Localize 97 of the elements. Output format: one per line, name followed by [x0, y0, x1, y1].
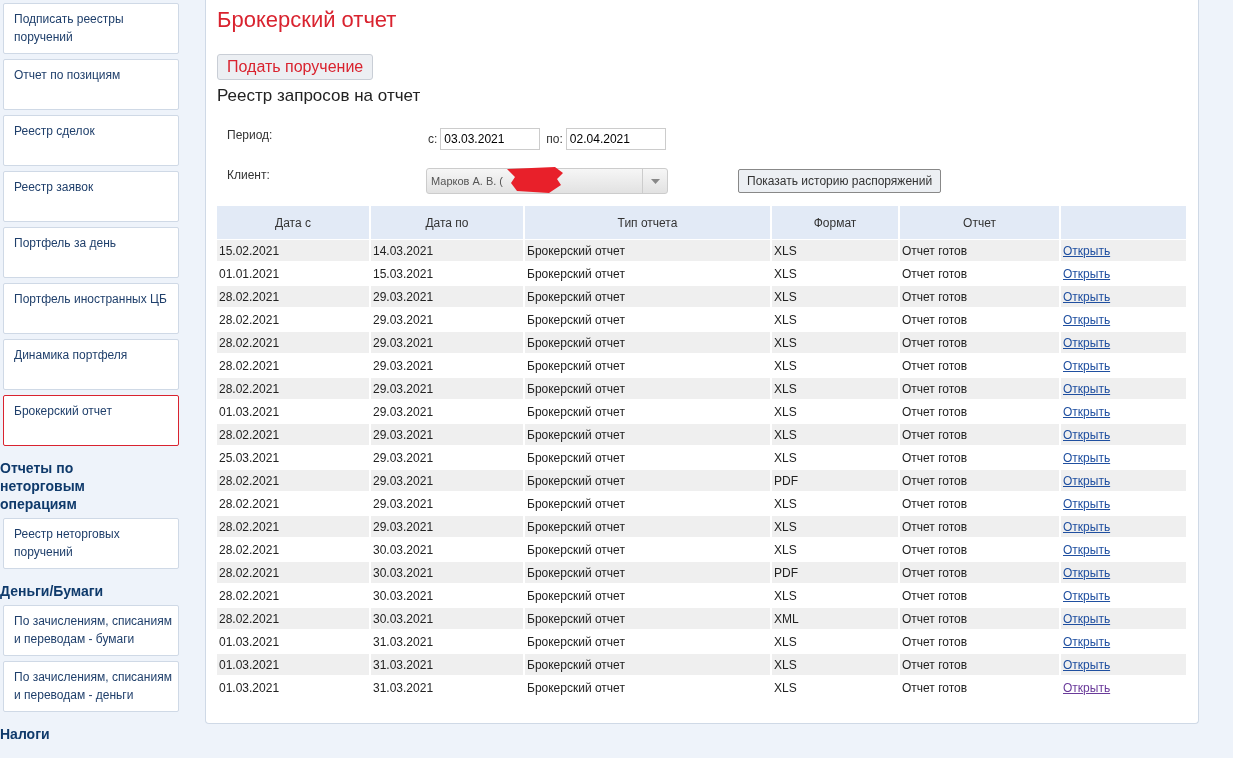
table-cell: 28.02.2021: [217, 332, 369, 355]
table-cell: Брокерский отчет: [525, 654, 770, 677]
table-cell: 29.03.2021: [371, 332, 523, 355]
table-cell: Отчет готов: [900, 470, 1059, 493]
column-header: Отчет: [900, 206, 1059, 240]
sidebar-item[interactable]: Реестр неторговых поручений: [3, 518, 179, 569]
table-cell: Брокерский отчет: [525, 424, 770, 447]
table-cell: 31.03.2021: [371, 677, 523, 700]
sidebar-item[interactable]: Отчет по позициям: [3, 59, 179, 110]
table-cell: XLS: [772, 677, 898, 700]
table-cell: 30.03.2021: [371, 562, 523, 585]
table-cell: Отчет готов: [900, 332, 1059, 355]
table-cell: 29.03.2021: [371, 470, 523, 493]
table-cell: 29.03.2021: [371, 516, 523, 539]
open-link[interactable]: Открыть: [1063, 496, 1111, 511]
open-link[interactable]: Открыть: [1063, 404, 1111, 419]
table-cell: 15.02.2021: [217, 240, 369, 263]
sidebar-item[interactable]: По зачислениям, списаниям и переводам - деньги: [3, 661, 179, 712]
table-cell: Брокерский отчет: [525, 516, 770, 539]
open-link[interactable]: Открыть: [1063, 588, 1111, 603]
sidebar-item[interactable]: Портфель за день: [3, 227, 179, 278]
table-cell: 30.03.2021: [371, 608, 523, 631]
table-cell: 29.03.2021: [371, 286, 523, 309]
table-cell: Отчет готов: [900, 240, 1059, 263]
table-cell: 14.03.2021: [371, 240, 523, 263]
table-cell: Отчет готов: [900, 286, 1059, 309]
table-cell: 01.03.2021: [217, 677, 369, 700]
from-label: с:: [428, 132, 438, 146]
to-label: по:: [546, 132, 563, 146]
table-cell: XLS: [772, 332, 898, 355]
history-button[interactable]: Показать историю распоряжений: [738, 169, 942, 193]
table-cell: Отчет готов: [900, 516, 1059, 539]
table-cell: XLS: [772, 654, 898, 677]
table-cell: 31.03.2021: [371, 654, 523, 677]
client-dropdown[interactable]: Марков А. В. (: [426, 168, 668, 194]
table-cell: 28.02.2021: [217, 608, 369, 631]
table-cell: Брокерский отчет: [525, 608, 770, 631]
table-cell: Отчет готов: [900, 677, 1059, 700]
client-label: Клиент:: [226, 168, 271, 182]
open-link[interactable]: Открыть: [1063, 542, 1111, 557]
sidebar-item[interactable]: Брокерский отчет: [3, 395, 179, 446]
table-cell: XML: [772, 608, 898, 631]
table-cell: 28.02.2021: [217, 516, 369, 539]
table-cell: PDF: [772, 562, 898, 585]
table-cell: Отчет готов: [900, 562, 1059, 585]
submit-order-button[interactable]: Подать поручение: [217, 54, 374, 80]
sidebar-heading: Отчеты по неторговым операциям: [0, 459, 86, 513]
table-cell: Брокерский отчет: [525, 378, 770, 401]
table-cell: Брокерский отчет: [525, 470, 770, 493]
page-title: Брокерский отчет: [217, 6, 397, 34]
table-cell: XLS: [772, 240, 898, 263]
date-from-field[interactable]: 03.03.2021: [440, 128, 541, 150]
period-label: Период:: [226, 128, 274, 142]
open-link[interactable]: Открыть: [1063, 358, 1111, 373]
column-header: Тип отчета: [525, 206, 770, 240]
open-link[interactable]: Открыть: [1063, 680, 1111, 695]
table-cell: Брокерский отчет: [525, 677, 770, 700]
table-cell: Отчет готов: [900, 378, 1059, 401]
table-cell: XLS: [772, 424, 898, 447]
table-cell: Брокерский отчет: [525, 332, 770, 355]
table-cell: 28.02.2021: [217, 286, 369, 309]
table-cell: 29.03.2021: [371, 378, 523, 401]
table-cell: Отчет готов: [900, 654, 1059, 677]
table-cell: 28.02.2021: [217, 562, 369, 585]
table-cell: XLS: [772, 378, 898, 401]
table-cell: 28.02.2021: [217, 470, 369, 493]
table-cell: 01.03.2021: [217, 654, 369, 677]
sidebar-heading: Деньги/Бумаги: [0, 582, 105, 600]
table-cell: 29.03.2021: [371, 424, 523, 447]
sidebar-item[interactable]: Подписать реестры поручений: [3, 3, 179, 54]
column-header: Формат: [772, 206, 898, 240]
sidebar-item[interactable]: Реестр заявок: [3, 171, 179, 222]
table-cell: PDF: [772, 470, 898, 493]
caret-icon: [650, 178, 660, 184]
table-cell: 28.02.2021: [217, 378, 369, 401]
open-link[interactable]: Открыть: [1063, 634, 1111, 649]
sidebar-heading: Налоги: [0, 725, 51, 743]
sidebar-item[interactable]: Портфель иностранных ЦБ: [3, 283, 179, 334]
table-cell: XLS: [772, 286, 898, 309]
date-to-field[interactable]: 02.04.2021: [565, 128, 666, 150]
table-cell: Отчет готов: [900, 424, 1059, 447]
column-header: Дата по: [371, 206, 523, 240]
section-title: Реестр запросов на отчет: [217, 86, 421, 106]
column-header: Дата с: [217, 206, 369, 240]
open-link[interactable]: Открыть: [1063, 312, 1111, 327]
table-cell: 28.02.2021: [217, 424, 369, 447]
redaction-mark: [505, 165, 565, 195]
open-link[interactable]: Открыть: [1063, 450, 1111, 465]
table-cell: Брокерский отчет: [525, 286, 770, 309]
open-link[interactable]: Открыть: [1063, 266, 1111, 281]
sidebar-item[interactable]: Динамика портфеля: [3, 339, 179, 390]
sidebar-item[interactable]: По зачислениям, списаниям и переводам - бумаги: [3, 605, 179, 656]
sidebar-item[interactable]: Реестр сделок: [3, 115, 179, 166]
table-cell: Брокерский отчет: [525, 240, 770, 263]
table-cell: XLS: [772, 516, 898, 539]
table-cell: Брокерский отчет: [525, 562, 770, 585]
table-cell: Отчет готов: [900, 608, 1059, 631]
